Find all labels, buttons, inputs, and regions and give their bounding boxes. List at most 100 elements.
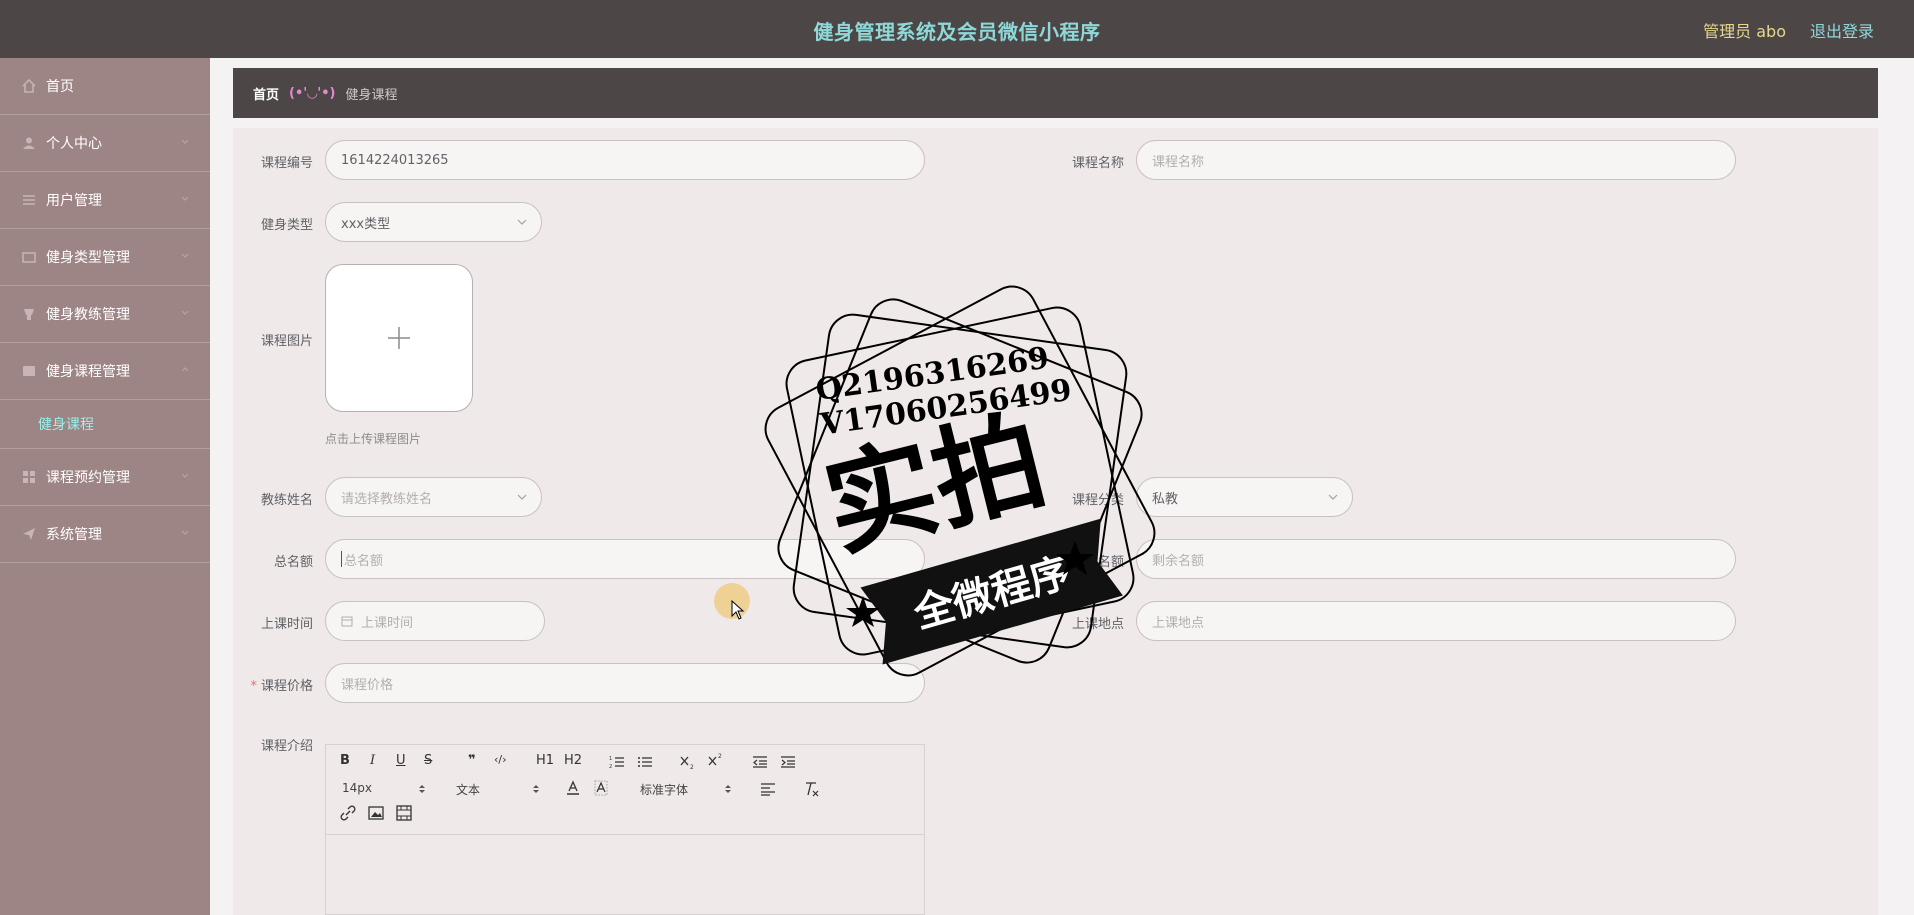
code-button[interactable]: ‹/› — [494, 753, 507, 766]
rich-text-editor: B I U S ❞ ‹/› H1 H2 12 2 2 14px 文本 标准字体 — [325, 744, 925, 915]
svg-text:2: 2 — [718, 753, 722, 760]
chevron-down-icon — [181, 196, 189, 201]
course-price-field[interactable]: 课程价格 — [325, 663, 925, 703]
svg-text:2: 2 — [690, 764, 694, 770]
text-style-select[interactable]: 文本 — [456, 781, 480, 798]
course-category-select[interactable]: 私教 — [1136, 477, 1353, 517]
grid-icon — [22, 470, 36, 484]
ordered-list-icon[interactable]: 12 — [609, 755, 625, 769]
chevron-down-icon — [1328, 494, 1338, 500]
list-icon — [22, 193, 36, 207]
background-color-icon[interactable] — [594, 780, 608, 796]
course-image-label: 课程图片 — [260, 334, 313, 349]
align-icon[interactable] — [760, 782, 776, 796]
clear-format-icon[interactable] — [804, 781, 820, 797]
coach-icon — [22, 307, 36, 321]
remaining-quota-label: 剩余名额 — [1071, 555, 1124, 570]
editor-toolbar: B I U S ❞ ‹/› H1 H2 12 2 2 14px 文本 标准字体 — [326, 745, 924, 835]
image-icon[interactable] — [368, 805, 384, 821]
select-arrows-icon — [725, 785, 731, 793]
svg-text:2: 2 — [609, 764, 612, 769]
sidebar-item-coaches[interactable]: 健身教练管理 — [0, 286, 210, 343]
user-icon — [22, 136, 36, 150]
image-upload-button[interactable] — [325, 264, 473, 412]
chevron-down-icon — [181, 310, 189, 315]
upload-hint: 点击上传课程图片 — [325, 432, 422, 446]
fitness-type-label: 健身类型 — [260, 218, 313, 233]
sidebar-item-courses[interactable]: 健身课程管理 — [0, 343, 210, 400]
chevron-down-icon — [181, 139, 189, 144]
chevron-down-icon — [517, 494, 527, 500]
h1-button[interactable]: H1 — [536, 753, 554, 768]
logout-link[interactable]: 退出登录 — [1810, 18, 1874, 42]
link-icon[interactable] — [340, 805, 356, 821]
mouse-pointer-icon — [731, 600, 745, 620]
underline-button[interactable]: U — [396, 753, 406, 768]
sidebar-item-label: 健身类型管理 — [46, 250, 130, 266]
chevron-down-icon — [181, 253, 189, 258]
h2-button[interactable]: H2 — [564, 753, 582, 768]
app-title: 健身管理系统及会员微信小程序 — [813, 20, 1101, 44]
coach-name-select[interactable]: 请选择教练姓名 — [325, 477, 542, 517]
chevron-down-icon — [181, 530, 189, 535]
fitness-type-select[interactable]: xxx类型 — [325, 202, 542, 242]
quote-button[interactable]: ❞ — [468, 753, 476, 768]
required-asterisk: * — [250, 679, 257, 694]
video-icon[interactable] — [396, 805, 412, 821]
italic-button[interactable]: I — [370, 753, 375, 768]
bullet-list-icon[interactable] — [637, 755, 653, 769]
outdent-icon[interactable] — [752, 755, 768, 769]
editor-content-area[interactable] — [326, 835, 924, 915]
folder-icon — [22, 250, 36, 264]
plus-icon — [388, 327, 410, 349]
class-location-field[interactable]: 上课地点 — [1136, 601, 1736, 641]
select-arrows-icon — [419, 785, 425, 793]
sidebar-item-users[interactable]: 用户管理 — [0, 172, 210, 229]
indent-icon[interactable] — [780, 755, 796, 769]
total-quota-label: 总名额 — [273, 555, 313, 570]
course-icon — [22, 364, 36, 378]
text-cursor — [341, 551, 342, 567]
sidebar-item-fitness-types[interactable]: 健身类型管理 — [0, 229, 210, 286]
breadcrumb-current: 健身课程 — [345, 87, 398, 103]
sidebar-item-label: 健身教练管理 — [46, 307, 130, 323]
font-color-icon[interactable] — [566, 780, 580, 796]
sidebar-item-label: 课程预约管理 — [46, 470, 130, 486]
sidebar-item-label: 系统管理 — [46, 527, 102, 543]
course-name-field[interactable]: 课程名称 — [1136, 140, 1736, 180]
svg-text:1: 1 — [609, 756, 612, 762]
sidebar-item-label: 首页 — [46, 79, 74, 95]
remaining-quota-field[interactable]: 剩余名额 — [1136, 539, 1736, 579]
course-price-label: * 课程价格 — [250, 679, 313, 694]
superscript-icon[interactable]: 2 — [708, 752, 724, 768]
class-location-label: 上课地点 — [1071, 617, 1124, 632]
home-icon — [22, 79, 36, 93]
top-header: 健身管理系统及会员微信小程序 管理员 abo 退出登录 — [0, 0, 1914, 58]
sidebar-item-label: 用户管理 — [46, 193, 102, 209]
font-family-select[interactable]: 标准字体 — [640, 781, 688, 798]
strike-button[interactable]: S — [424, 753, 432, 768]
course-intro-label: 课程介绍 — [260, 739, 313, 754]
sidebar-subitem-fitness-course[interactable]: 健身课程 — [0, 400, 210, 449]
subscript-icon[interactable]: 2 — [680, 754, 696, 770]
sidebar-item-home[interactable]: 首页 — [0, 58, 210, 115]
sidebar-item-label: 健身课程管理 — [46, 364, 130, 380]
course-category-label: 课程分类 — [1071, 493, 1124, 508]
breadcrumb: 首页 (•'◡'•) 健身课程 — [233, 68, 1878, 118]
class-time-picker[interactable]: 上课时间 — [325, 601, 545, 641]
font-size-select[interactable]: 14px — [342, 781, 372, 795]
coach-name-label: 教练姓名 — [260, 493, 313, 508]
breadcrumb-home[interactable]: 首页 — [253, 84, 279, 103]
breadcrumb-separator: (•'◡'•) — [289, 85, 336, 101]
calendar-icon — [341, 616, 353, 627]
sidebar-item-label: 个人中心 — [46, 136, 102, 152]
sidebar-item-system[interactable]: 系统管理 — [0, 506, 210, 563]
chevron-down-icon — [517, 219, 527, 225]
chevron-down-icon — [181, 473, 189, 478]
sidebar-item-bookings[interactable]: 课程预约管理 — [0, 449, 210, 506]
total-quota-field[interactable]: 总名额 — [325, 539, 925, 579]
course-no-field[interactable]: 1614224013265 — [325, 140, 925, 180]
chevron-up-icon — [181, 367, 189, 372]
sidebar-item-profile[interactable]: 个人中心 — [0, 115, 210, 172]
bold-button[interactable]: B — [340, 753, 350, 768]
